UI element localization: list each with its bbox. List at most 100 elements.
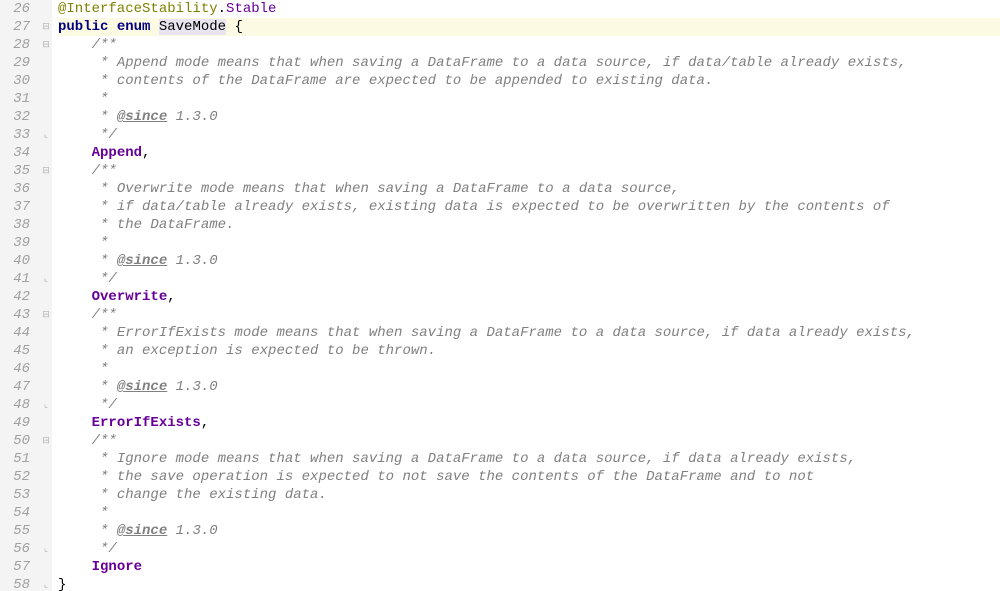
fold-toggle-icon[interactable]: ⊟ bbox=[42, 23, 50, 31]
code-token: */ bbox=[92, 541, 117, 557]
code-line[interactable]: */ bbox=[58, 396, 1000, 414]
code-token: Overwrite bbox=[92, 289, 168, 305]
fold-end-icon: ⌞ bbox=[42, 131, 50, 139]
code-token: */ bbox=[92, 127, 117, 143]
code-line[interactable]: /** bbox=[58, 432, 1000, 450]
code-token: * an exception is expected to be thrown. bbox=[92, 343, 436, 359]
code-line[interactable]: */ bbox=[58, 126, 1000, 144]
code-token: /** bbox=[92, 433, 117, 449]
fold-toggle-icon[interactable]: ⊟ bbox=[42, 41, 50, 49]
fold-toggle-icon[interactable]: ⊟ bbox=[42, 167, 50, 175]
code-line[interactable]: * bbox=[58, 360, 1000, 378]
code-token: * the save operation is expected to not … bbox=[92, 469, 815, 485]
code-editor[interactable]: 2627282930313233343536373839404142434445… bbox=[0, 0, 1000, 591]
line-number: 52 bbox=[0, 468, 30, 486]
code-line[interactable]: * change the existing data. bbox=[58, 486, 1000, 504]
code-token: * Append mode means that when saving a D… bbox=[92, 55, 907, 71]
code-token: public bbox=[58, 19, 108, 35]
code-token: 1.3.0 bbox=[167, 523, 217, 539]
fold-toggle-icon[interactable]: ⊟ bbox=[42, 311, 50, 319]
line-number: 30 bbox=[0, 72, 30, 90]
code-token: Ignore bbox=[92, 559, 142, 575]
line-number: 53 bbox=[0, 486, 30, 504]
code-line[interactable]: /** bbox=[58, 162, 1000, 180]
code-token: * bbox=[92, 109, 117, 125]
line-number: 35 bbox=[0, 162, 30, 180]
code-line[interactable]: * the DataFrame. bbox=[58, 216, 1000, 234]
code-line[interactable]: * @since 1.3.0 bbox=[58, 378, 1000, 396]
code-token: @since bbox=[117, 253, 167, 269]
code-line[interactable]: * bbox=[58, 504, 1000, 522]
code-line[interactable]: @InterfaceStability.Stable bbox=[58, 0, 1000, 18]
line-number: 48 bbox=[0, 396, 30, 414]
code-token: 1.3.0 bbox=[167, 109, 217, 125]
code-line[interactable]: * @since 1.3.0 bbox=[58, 522, 1000, 540]
code-token: * contents of the DataFrame are expected… bbox=[92, 73, 714, 89]
line-number: 37 bbox=[0, 198, 30, 216]
line-number: 27 bbox=[0, 18, 30, 36]
code-line[interactable]: public enum SaveMode { bbox=[58, 18, 1000, 36]
code-token: Append bbox=[92, 145, 142, 161]
line-number: 54 bbox=[0, 504, 30, 522]
line-number: 57 bbox=[0, 558, 30, 576]
code-token: /** bbox=[92, 37, 117, 53]
code-token: * bbox=[92, 523, 117, 539]
code-line[interactable]: * Overwrite mode means that when saving … bbox=[58, 180, 1000, 198]
code-token: @InterfaceStability bbox=[58, 1, 218, 17]
code-line[interactable]: */ bbox=[58, 540, 1000, 558]
line-number: 56 bbox=[0, 540, 30, 558]
line-number: 26 bbox=[0, 0, 30, 18]
code-line[interactable]: Append, bbox=[58, 144, 1000, 162]
code-line[interactable]: ErrorIfExists, bbox=[58, 414, 1000, 432]
code-line[interactable]: * bbox=[58, 234, 1000, 252]
line-number: 34 bbox=[0, 144, 30, 162]
code-token: @since bbox=[117, 523, 167, 539]
code-line[interactable]: * contents of the DataFrame are expected… bbox=[58, 72, 1000, 90]
code-line[interactable]: } bbox=[58, 576, 1000, 591]
code-line[interactable]: Overwrite, bbox=[58, 288, 1000, 306]
line-number: 32 bbox=[0, 108, 30, 126]
code-line[interactable]: Ignore bbox=[58, 558, 1000, 576]
code-line[interactable]: * Append mode means that when saving a D… bbox=[58, 54, 1000, 72]
code-token: * Overwrite mode means that when saving … bbox=[92, 181, 680, 197]
code-token: } bbox=[58, 577, 66, 591]
code-line[interactable]: * Ignore mode means that when saving a D… bbox=[58, 450, 1000, 468]
code-token bbox=[150, 19, 158, 35]
code-token: @since bbox=[117, 109, 167, 125]
code-token: , bbox=[167, 289, 175, 305]
code-line[interactable]: * if data/table already exists, existing… bbox=[58, 198, 1000, 216]
fold-end-icon: ⌞ bbox=[42, 401, 50, 409]
code-area[interactable]: @InterfaceStability.Stablepublic enum Sa… bbox=[52, 0, 1000, 591]
code-line[interactable]: * an exception is expected to be thrown. bbox=[58, 342, 1000, 360]
code-token: * bbox=[92, 361, 109, 377]
line-number: 43 bbox=[0, 306, 30, 324]
line-number: 33 bbox=[0, 126, 30, 144]
code-line[interactable]: * bbox=[58, 90, 1000, 108]
code-token: Stable bbox=[226, 1, 276, 17]
code-token: enum bbox=[117, 19, 151, 35]
code-token bbox=[108, 19, 116, 35]
code-token: @since bbox=[117, 379, 167, 395]
code-token: /** bbox=[92, 163, 117, 179]
code-line[interactable]: /** bbox=[58, 306, 1000, 324]
fold-toggle-icon[interactable]: ⊟ bbox=[42, 437, 50, 445]
line-number: 55 bbox=[0, 522, 30, 540]
line-number: 38 bbox=[0, 216, 30, 234]
line-number: 39 bbox=[0, 234, 30, 252]
line-number: 44 bbox=[0, 324, 30, 342]
line-number: 50 bbox=[0, 432, 30, 450]
code-token: * bbox=[92, 379, 117, 395]
line-number: 58 bbox=[0, 576, 30, 591]
code-line[interactable]: */ bbox=[58, 270, 1000, 288]
line-number: 47 bbox=[0, 378, 30, 396]
code-token: /** bbox=[92, 307, 117, 323]
fold-end-icon: ⌞ bbox=[42, 581, 50, 589]
code-line[interactable]: * @since 1.3.0 bbox=[58, 252, 1000, 270]
code-line[interactable]: * @since 1.3.0 bbox=[58, 108, 1000, 126]
code-line[interactable]: /** bbox=[58, 36, 1000, 54]
fold-column[interactable]: ⊟⊟⌞⊟⌞⊟⌞⊟⌞⌞ bbox=[40, 0, 52, 591]
code-token: ErrorIfExists bbox=[92, 415, 201, 431]
code-line[interactable]: * the save operation is expected to not … bbox=[58, 468, 1000, 486]
code-line[interactable]: * ErrorIfExists mode means that when sav… bbox=[58, 324, 1000, 342]
code-token: * Ignore mode means that when saving a D… bbox=[92, 451, 857, 467]
